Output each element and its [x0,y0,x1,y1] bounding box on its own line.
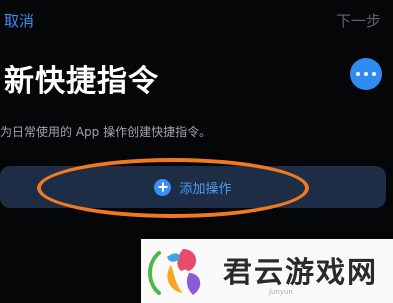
ellipsis-icon [356,72,360,76]
cancel-button[interactable]: 取消 [4,10,34,31]
watermark-logo-icon [148,249,201,295]
next-button[interactable]: 下一步 [336,10,381,31]
watermark-text: 君云游戏网 [223,255,379,289]
page-title: 新快捷指令 [4,64,159,99]
watermark-subtext: junyun [269,288,293,296]
description-text: 为日常使用的 App 操作创建快捷指令。 [0,125,212,139]
more-button[interactable] [350,58,382,90]
watermark: 君云游戏网 junyun [141,239,393,303]
highlight-ellipse [37,158,309,218]
